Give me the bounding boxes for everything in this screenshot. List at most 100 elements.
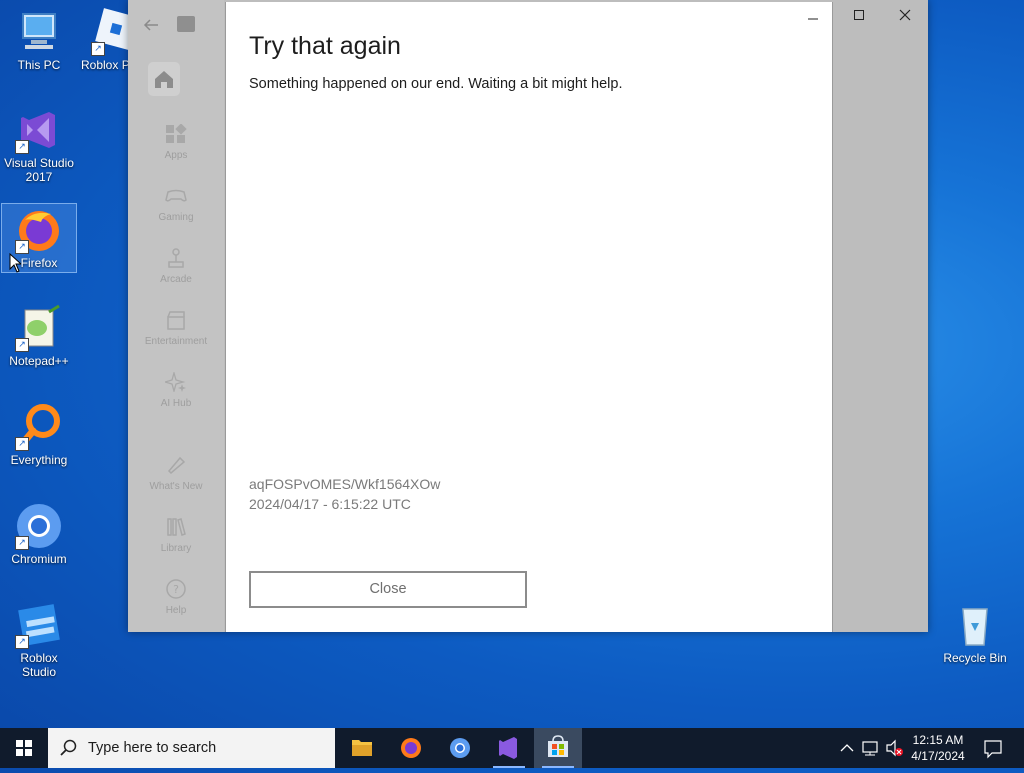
shortcut-arrow-icon: ↗ (15, 240, 29, 254)
nav-whats-new[interactable]: What's New (128, 455, 224, 492)
svg-text:?: ? (173, 583, 179, 596)
taskbar: Type here to search 12:15 AM 4/17/2024 (0, 728, 1024, 768)
shortcut-arrow-icon: ↗ (91, 42, 105, 56)
nav-label: AI Hub (160, 398, 192, 409)
gamepad-icon (165, 189, 187, 202)
shortcut-arrow-icon: ↗ (15, 140, 29, 154)
clapperboard-icon (167, 311, 185, 330)
dialog-message: Something happened on our end. Waiting a… (249, 76, 623, 92)
nav-label: Help (165, 605, 187, 616)
chromium-icon: ↗ (15, 502, 63, 550)
store-window: Apps Gaming Arcade Entertainment AI Hub … (128, 0, 928, 632)
taskbar-firefox[interactable] (387, 728, 435, 768)
back-arrow-icon[interactable] (142, 16, 162, 34)
store-bag-icon (548, 735, 568, 757)
error-dialog: Try that again Something happened on our… (225, 2, 833, 632)
chromium-icon (450, 738, 470, 758)
help-icon: ? (166, 579, 186, 599)
firefox-icon: ↗ (15, 206, 63, 254)
nav-help[interactable]: ? Help (128, 579, 224, 616)
desktop-icon-this-pc[interactable]: This PC (2, 8, 76, 72)
mouse-cursor-icon (9, 253, 21, 273)
nav-home[interactable] (148, 62, 180, 96)
desktop-icon-label: Chromium (11, 552, 67, 566)
desktop-icon-label: Recycle Bin (943, 651, 1007, 665)
folder-icon (352, 740, 372, 756)
minimize-icon (808, 18, 818, 20)
notepad-plus-plus-icon: ↗ (15, 304, 63, 352)
shortcut-arrow-icon: ↗ (15, 437, 29, 451)
taskbar-file-explorer[interactable] (338, 728, 386, 768)
nav-label: Apps (164, 150, 188, 161)
everything-search-icon: ↗ (15, 403, 63, 451)
nav-label: What's New (149, 481, 203, 492)
megaphone-icon (167, 456, 186, 475)
shortcut-arrow-icon: ↗ (15, 536, 29, 550)
store-logo-icon (177, 16, 195, 32)
tray-chevron[interactable] (838, 728, 856, 768)
recycle-bin-icon (951, 601, 999, 649)
desktop-icon-label: Roblox Studio (20, 651, 58, 679)
desktop-icon-roblox-studio[interactable]: ↗ Roblox Studio (2, 601, 76, 679)
nav-ai-hub[interactable]: AI Hub (128, 372, 224, 409)
desktop-icon-notepad-plus-plus[interactable]: ↗ Notepad++ (2, 304, 76, 368)
volume-muted-icon (886, 739, 903, 757)
apps-icon (166, 124, 187, 143)
nav-arcade[interactable]: Arcade (128, 248, 224, 285)
minimize-button[interactable] (790, 6, 836, 28)
clock-time: 12:15 AM (912, 733, 964, 747)
network-icon (862, 741, 878, 756)
desktop-icon-label: Visual Studio 2017 (4, 156, 74, 184)
desktop-icon-visual-studio[interactable]: ↗ Visual Studio 2017 (2, 106, 76, 184)
chevron-up-icon (840, 744, 854, 752)
error-code: aqFOSPvOMES/Wkf1564XOw (249, 476, 441, 492)
nav-label: Library (160, 543, 192, 554)
nav-library[interactable]: Library (128, 517, 224, 554)
nav-apps[interactable]: Apps (128, 124, 224, 161)
windows-logo-icon (16, 740, 32, 756)
close-window-button[interactable] (882, 6, 928, 28)
nav-label: Gaming (158, 212, 194, 223)
maximize-icon (854, 10, 864, 20)
desktop-icon-recycle-bin[interactable]: Recycle Bin (938, 601, 1012, 665)
close-button[interactable]: Close (249, 571, 527, 608)
close-icon (899, 9, 911, 21)
error-timestamp: 2024/04/17 - 6:15:22 UTC (249, 496, 411, 512)
dialog-title: Try that again (249, 32, 401, 60)
store-sidebar: Apps Gaming Arcade Entertainment AI Hub … (128, 0, 224, 632)
desktop-icon-label: This PC (17, 58, 61, 72)
error-details: aqFOSPvOMES/Wkf1564XOw 2024/04/17 - 6:15… (249, 474, 440, 514)
clock-date: 4/17/2024 (911, 749, 965, 763)
tray-volume[interactable] (884, 728, 906, 768)
nav-label: Arcade (160, 274, 192, 285)
taskbar-visual-studio[interactable] (485, 728, 533, 768)
visual-studio-icon (499, 737, 517, 759)
taskbar-clock[interactable]: 12:15 AM 4/17/2024 (904, 732, 972, 764)
roblox-studio-icon: ↗ (15, 601, 63, 649)
taskbar-chromium[interactable] (436, 728, 484, 768)
this-pc-icon (15, 8, 63, 56)
taskbar-search[interactable]: Type here to search (48, 728, 335, 768)
desktop-icon-label: Everything (10, 453, 68, 467)
sparkle-icon (165, 372, 186, 392)
maximize-button[interactable] (836, 6, 882, 28)
desktop-icon-everything[interactable]: ↗ Everything (2, 403, 76, 467)
shortcut-arrow-icon: ↗ (15, 635, 29, 649)
library-icon (167, 518, 186, 536)
start-button[interactable] (0, 728, 48, 768)
nav-gaming[interactable]: Gaming (128, 186, 224, 223)
joystick-icon (168, 248, 184, 268)
tray-network[interactable] (860, 728, 882, 768)
desktop-icon-label: Notepad++ (9, 354, 69, 368)
firefox-icon (401, 738, 421, 758)
action-center-button[interactable] (978, 728, 1008, 768)
search-placeholder: Type here to search (88, 740, 217, 756)
home-icon (155, 71, 173, 88)
search-icon (60, 739, 77, 756)
desktop-icon-chromium[interactable]: ↗ Chromium (2, 502, 76, 566)
shortcut-arrow-icon: ↗ (15, 338, 29, 352)
notification-icon (984, 740, 1002, 759)
nav-entertainment[interactable]: Entertainment (128, 310, 224, 347)
visual-studio-icon: ↗ (15, 106, 63, 154)
taskbar-microsoft-store[interactable] (534, 728, 582, 768)
